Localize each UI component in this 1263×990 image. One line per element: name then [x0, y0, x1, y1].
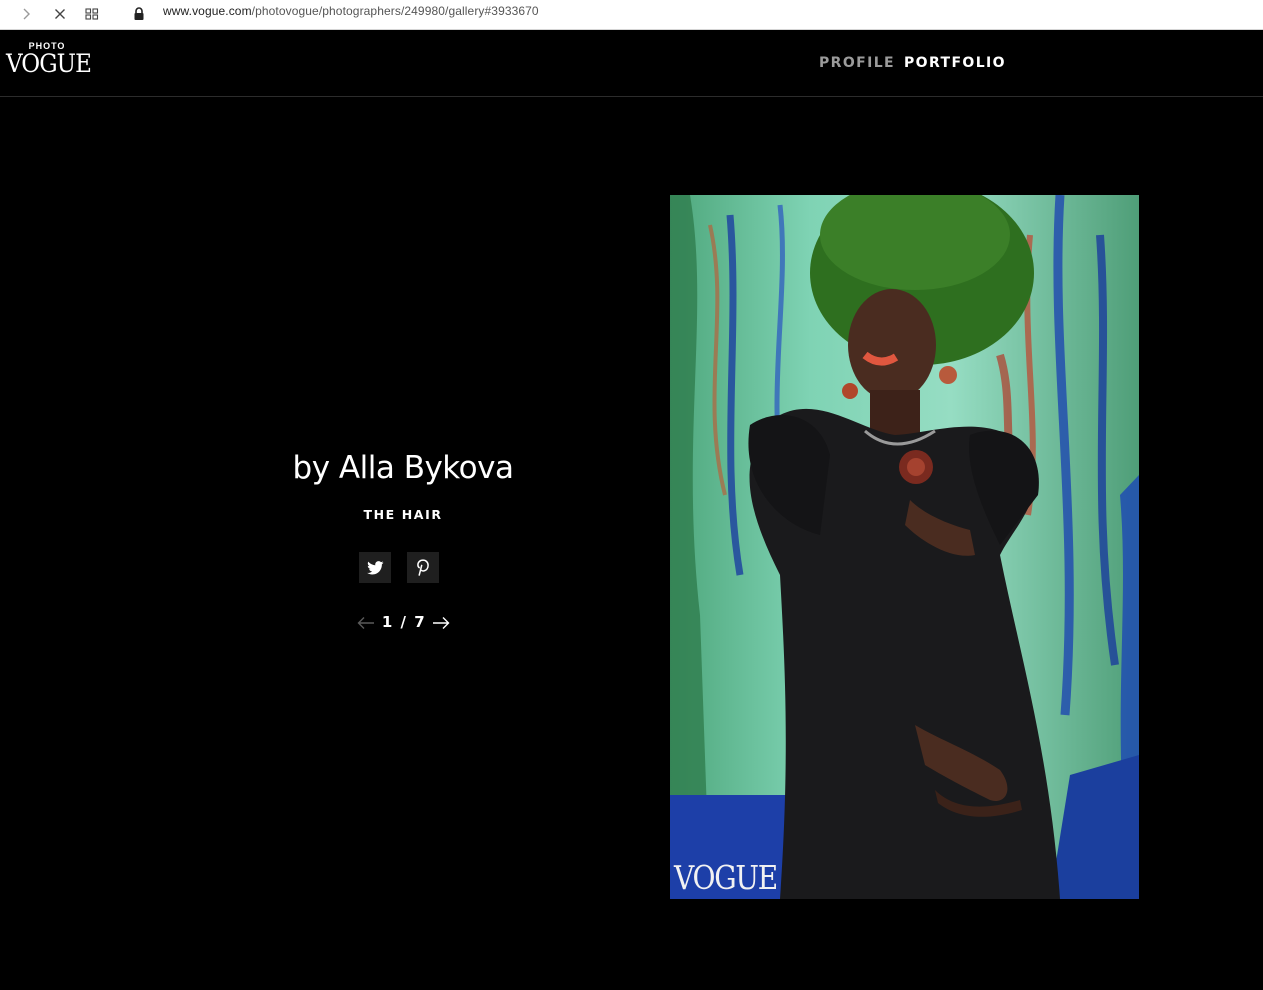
chevron-right-icon: [23, 8, 30, 20]
site-security-button[interactable]: [128, 3, 150, 25]
arrow-left-icon: [357, 617, 374, 629]
pinterest-icon: [417, 559, 429, 576]
apps-button[interactable]: [81, 3, 103, 25]
photo-counter: 1 / 7: [381, 613, 427, 631]
gallery-photo[interactable]: VOGUE: [670, 195, 1139, 899]
close-icon: [55, 9, 65, 19]
url-path: /photovogue/photographers/249980/gallery…: [251, 4, 539, 18]
url-host: www.vogue.com: [163, 4, 252, 18]
browser-toolbar: www.vogue.com/photovogue/photographers/2…: [0, 0, 1263, 30]
grid-icon: [85, 8, 99, 20]
logo-vogue-text: VOGUE: [6, 49, 92, 78]
photovogue-logo[interactable]: PHOTO VOGUE: [6, 41, 92, 78]
photo-vogue-watermark: VOGUE: [674, 858, 778, 897]
nav-portfolio-link[interactable]: PORTFOLIO: [904, 55, 1006, 71]
share-twitter-button[interactable]: [359, 552, 391, 583]
portrait-artwork: [670, 195, 1139, 899]
gallery-title: by Alla Bykova: [292, 450, 514, 486]
lock-icon: [134, 7, 144, 20]
stop-loading-button[interactable]: [49, 3, 71, 25]
gallery-subtitle: THE HAIR: [363, 507, 443, 522]
forward-button[interactable]: [15, 3, 37, 25]
nav-profile-link[interactable]: PROFILE: [819, 55, 895, 71]
next-photo-button[interactable]: [430, 612, 452, 634]
site-header: PHOTO VOGUE PROFILE PORTFOLIO: [0, 31, 1263, 97]
previous-photo-button[interactable]: [355, 612, 377, 634]
share-pinterest-button[interactable]: [407, 552, 439, 583]
arrow-right-icon: [433, 617, 450, 629]
twitter-icon: [366, 560, 384, 574]
address-bar[interactable]: www.vogue.com/photovogue/photographers/2…: [163, 4, 539, 18]
